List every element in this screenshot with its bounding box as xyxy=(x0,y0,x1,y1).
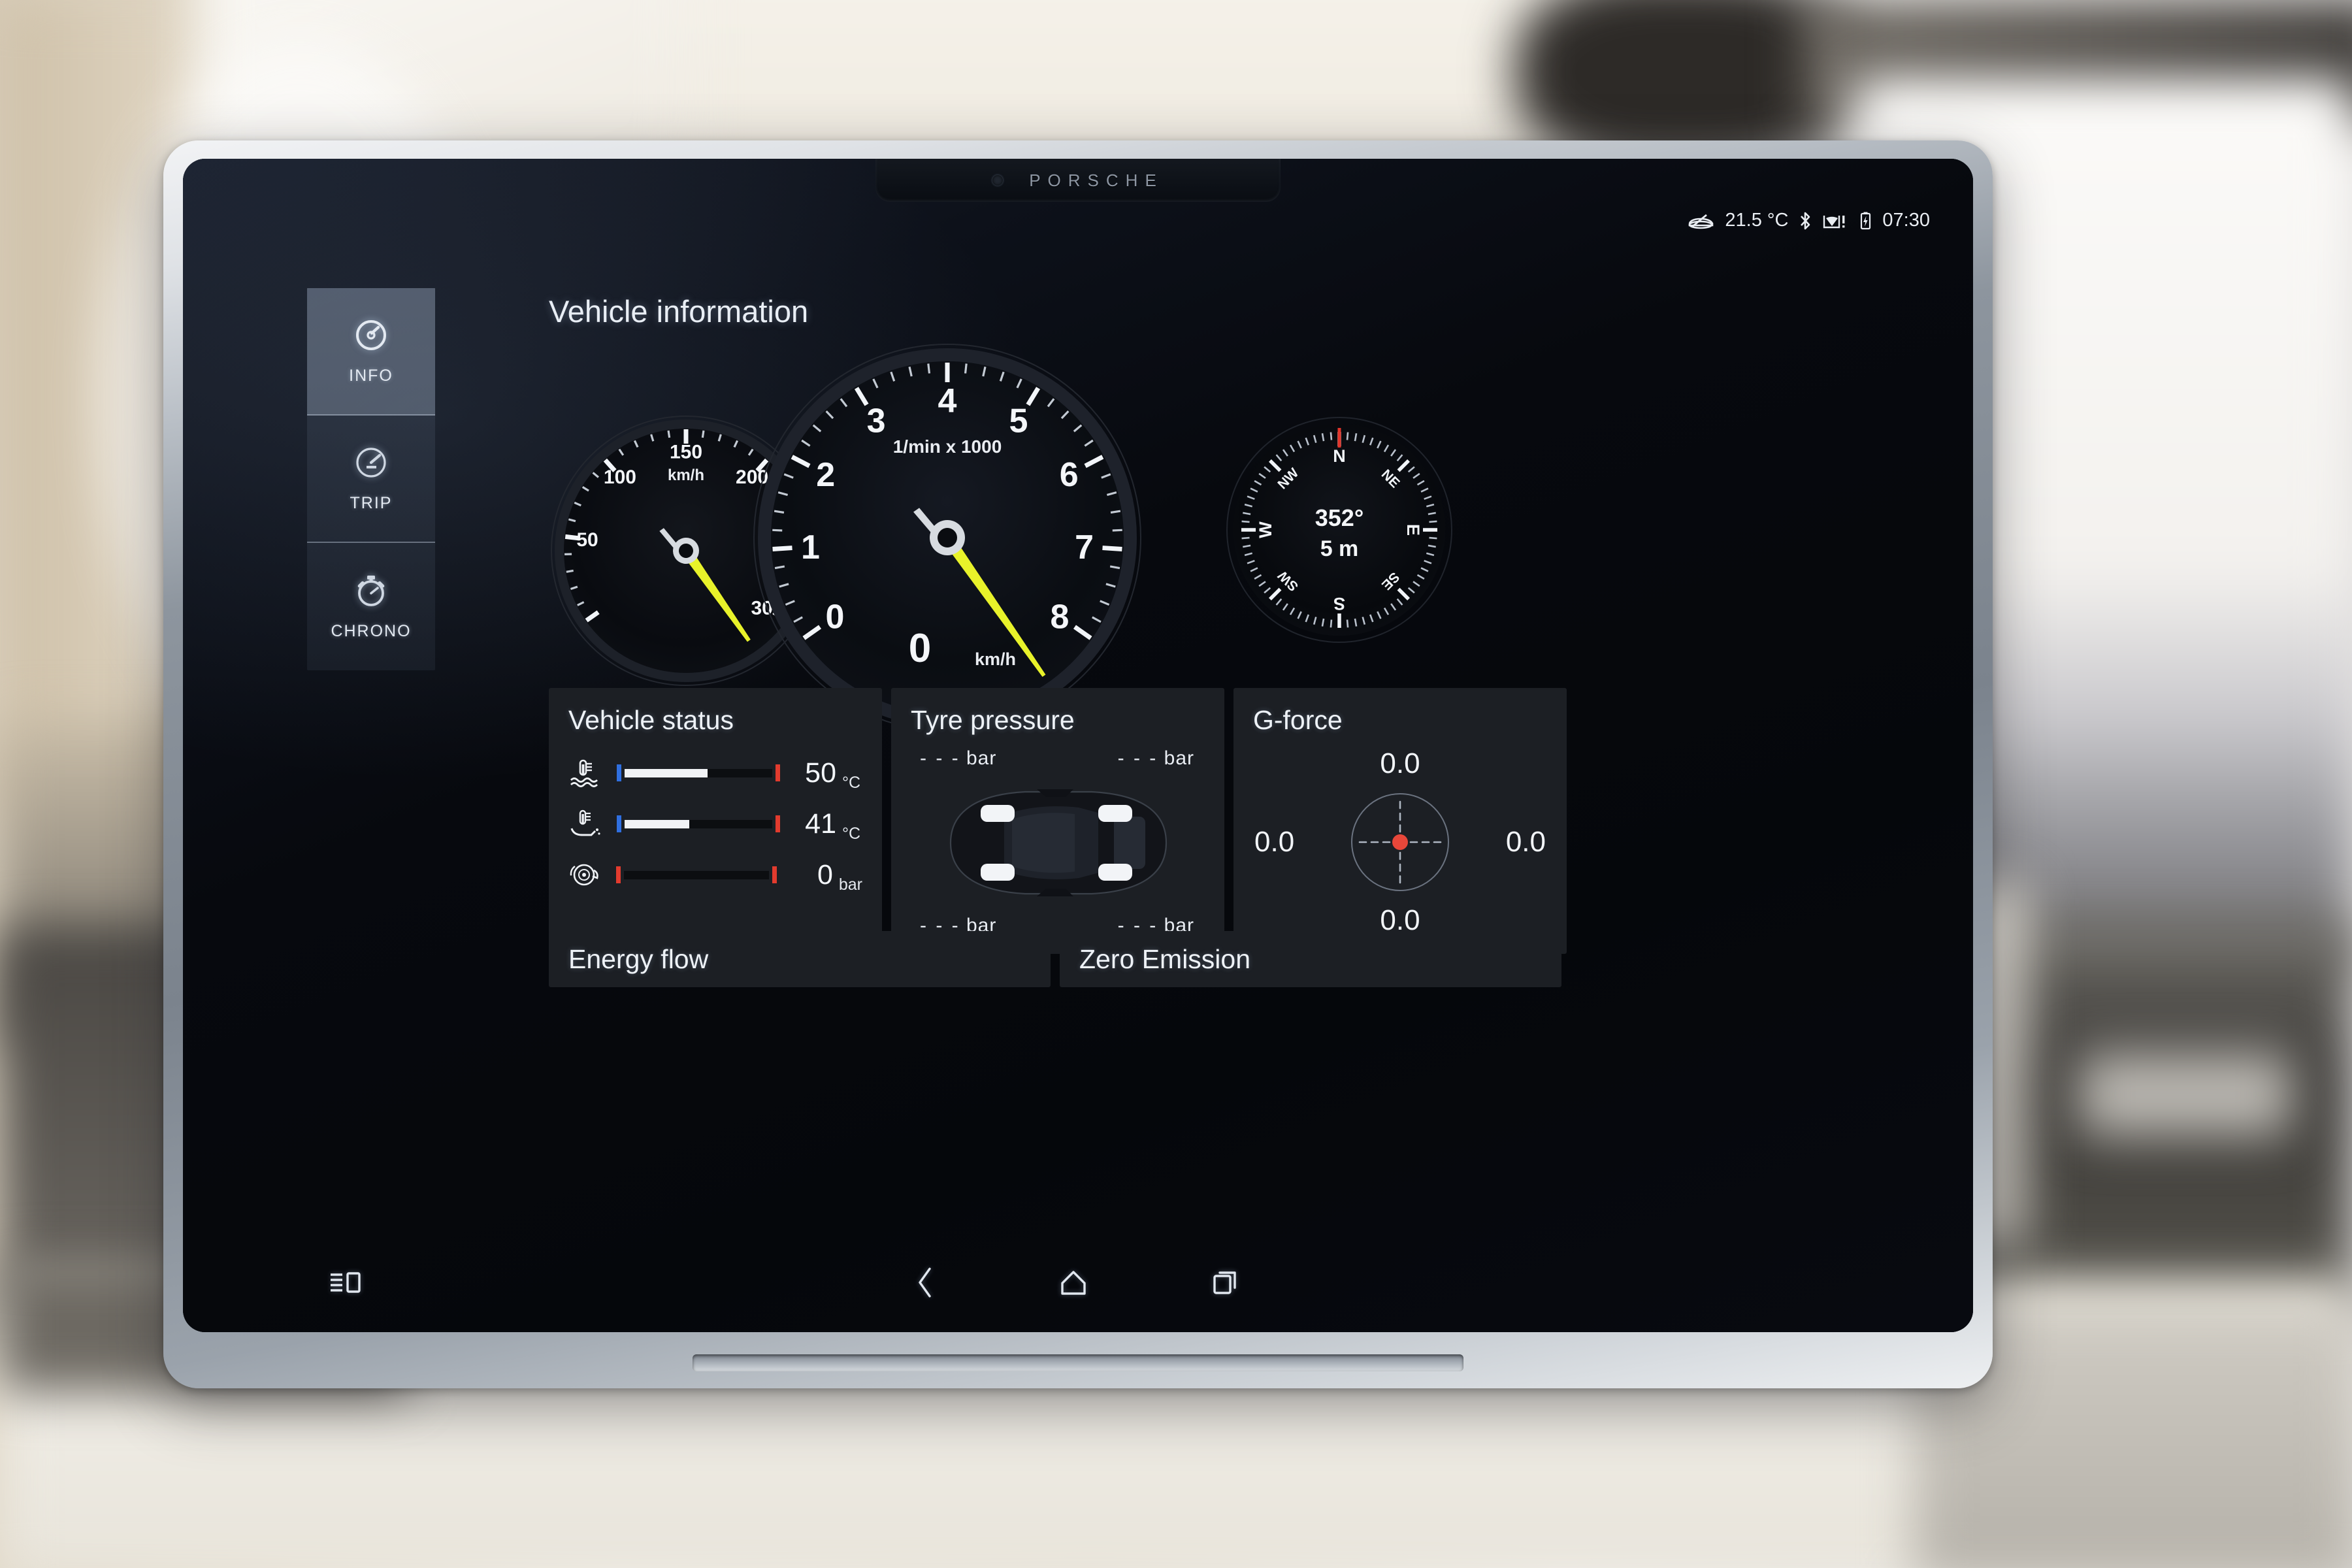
display-panel: PORSCHE 21.5 °C xyxy=(183,159,1973,1332)
screen-content: INFO TRIP xyxy=(183,231,1973,1332)
tyre-pressure-card: Tyre pressure - - - bar - - - bar - - - … xyxy=(891,688,1224,954)
oil-temp-icon xyxy=(568,809,617,839)
oil-temp-value: 41 xyxy=(794,808,836,840)
g-force-dot xyxy=(1392,834,1408,850)
g-force-card: G-force 0.0 0.0 0.0 0.0 xyxy=(1233,688,1567,954)
digital-speed-unit: km/h xyxy=(975,649,1016,669)
coolant-temp-bar xyxy=(617,764,780,781)
status-bar: 21.5 °C 07 xyxy=(1687,210,1930,231)
compass-gauge: NNEESESSWWNW 352° 5 m xyxy=(1222,412,1457,647)
vehicle-status-row: 0 bar xyxy=(568,849,862,900)
svg-text:50: 50 xyxy=(576,529,598,551)
g-force-front: 0.0 xyxy=(1380,747,1420,780)
battery-charging-icon xyxy=(1859,211,1872,231)
list-menu-icon[interactable] xyxy=(328,1269,362,1296)
svg-text:4: 4 xyxy=(938,382,957,420)
svg-text:8: 8 xyxy=(1051,598,1070,636)
bezel-groove xyxy=(693,1354,1463,1371)
vehicle-status-title: Vehicle status xyxy=(568,705,862,736)
coolant-temp-icon xyxy=(568,758,617,788)
rear-seat-entertainment-display: PORSCHE 21.5 °C xyxy=(163,140,1993,1388)
bluetooth-icon xyxy=(1799,211,1812,231)
trip-gauge-icon xyxy=(353,444,389,481)
g-force-right: 0.0 xyxy=(1506,826,1546,858)
system-nav-bar xyxy=(183,1251,1973,1314)
sidebar-item-label: CHRONO xyxy=(331,622,411,641)
svg-text:5: 5 xyxy=(1009,402,1028,440)
vehicle-status-row: 41 °C xyxy=(568,798,862,849)
bezel-notch: PORSCHE xyxy=(875,159,1281,202)
sidebar-item-label: INFO xyxy=(349,367,393,385)
sidebar-item-chrono[interactable]: CHRONO xyxy=(307,543,435,670)
sidebar-item-info[interactable]: INFO xyxy=(307,288,435,416)
camera-dot-icon xyxy=(992,175,1003,186)
svg-text:2: 2 xyxy=(816,456,835,494)
home-icon[interactable] xyxy=(1058,1267,1089,1298)
zero-emission-button[interactable]: Zero Emission xyxy=(1060,931,1561,987)
svg-text:W: W xyxy=(1256,521,1275,538)
wifi-warning-icon xyxy=(1822,212,1848,230)
tachometer-gauge: 012345678 1/min x 1000 0 km/h xyxy=(745,335,1150,740)
tyre-front-left: - - - bar xyxy=(920,747,996,770)
coolant-temp-value: 50 xyxy=(794,757,836,789)
svg-text:S: S xyxy=(1333,594,1345,613)
compass-altitude: 5 m xyxy=(1320,536,1359,561)
back-chevron-icon[interactable] xyxy=(914,1266,936,1299)
porsche-wordmark: PORSCHE xyxy=(1029,171,1164,191)
oil-temp-bar xyxy=(617,815,780,832)
svg-text:0: 0 xyxy=(826,598,845,636)
sidebar-nav: INFO TRIP xyxy=(307,288,435,670)
sidebar-item-label: TRIP xyxy=(350,494,393,513)
tachometer-unit-label: 1/min x 1000 xyxy=(893,436,1002,457)
turbo-boost-icon xyxy=(568,860,616,890)
turbo-boost-unit: bar xyxy=(839,875,862,900)
g-force-left: 0.0 xyxy=(1254,826,1294,858)
g-force-dial xyxy=(1341,783,1459,901)
info-cards: Vehicle status xyxy=(549,688,1895,954)
svg-text:N: N xyxy=(1333,446,1346,466)
vehicle-status-card: Vehicle status xyxy=(549,688,882,954)
g-force-title: G-force xyxy=(1253,705,1547,736)
page-title: Vehicle information xyxy=(549,293,808,329)
action-buttons: Energy flow Zero Emission xyxy=(549,931,1561,987)
tyre-pressure-title: Tyre pressure xyxy=(911,705,1205,736)
svg-text:1: 1 xyxy=(801,529,820,566)
car-top-view-icon xyxy=(927,779,1188,907)
gauge-cluster: 50100150200250300 km/h xyxy=(549,342,1777,681)
svg-text:100: 100 xyxy=(604,466,636,488)
vehicle-status-row: 50 °C xyxy=(568,747,862,798)
energy-flow-button[interactable]: Energy flow xyxy=(549,931,1051,987)
svg-text:7: 7 xyxy=(1075,529,1094,566)
turbo-boost-bar xyxy=(616,866,777,883)
svg-text:150: 150 xyxy=(670,442,702,463)
outside-temperature: 21.5 °C xyxy=(1725,210,1788,231)
oil-temp-unit: °C xyxy=(842,825,860,849)
stopwatch-icon xyxy=(353,572,389,609)
car-slash-icon xyxy=(1687,212,1714,229)
recents-overview-icon[interactable] xyxy=(1211,1267,1242,1298)
sidebar-item-trip[interactable]: TRIP xyxy=(307,416,435,543)
svg-text:3: 3 xyxy=(867,402,886,440)
coolant-temp-unit: °C xyxy=(842,774,860,798)
svg-text:6: 6 xyxy=(1060,456,1079,494)
svg-text:E: E xyxy=(1403,524,1423,536)
turbo-boost-value: 0 xyxy=(791,859,833,891)
speedometer-unit: km/h xyxy=(668,466,704,484)
clock-time: 07:30 xyxy=(1882,210,1930,231)
speedometer-icon xyxy=(353,317,389,353)
tyre-front-right: - - - bar xyxy=(1118,747,1194,770)
compass-heading: 352° xyxy=(1315,504,1364,531)
digital-speed-value: 0 xyxy=(909,626,931,671)
